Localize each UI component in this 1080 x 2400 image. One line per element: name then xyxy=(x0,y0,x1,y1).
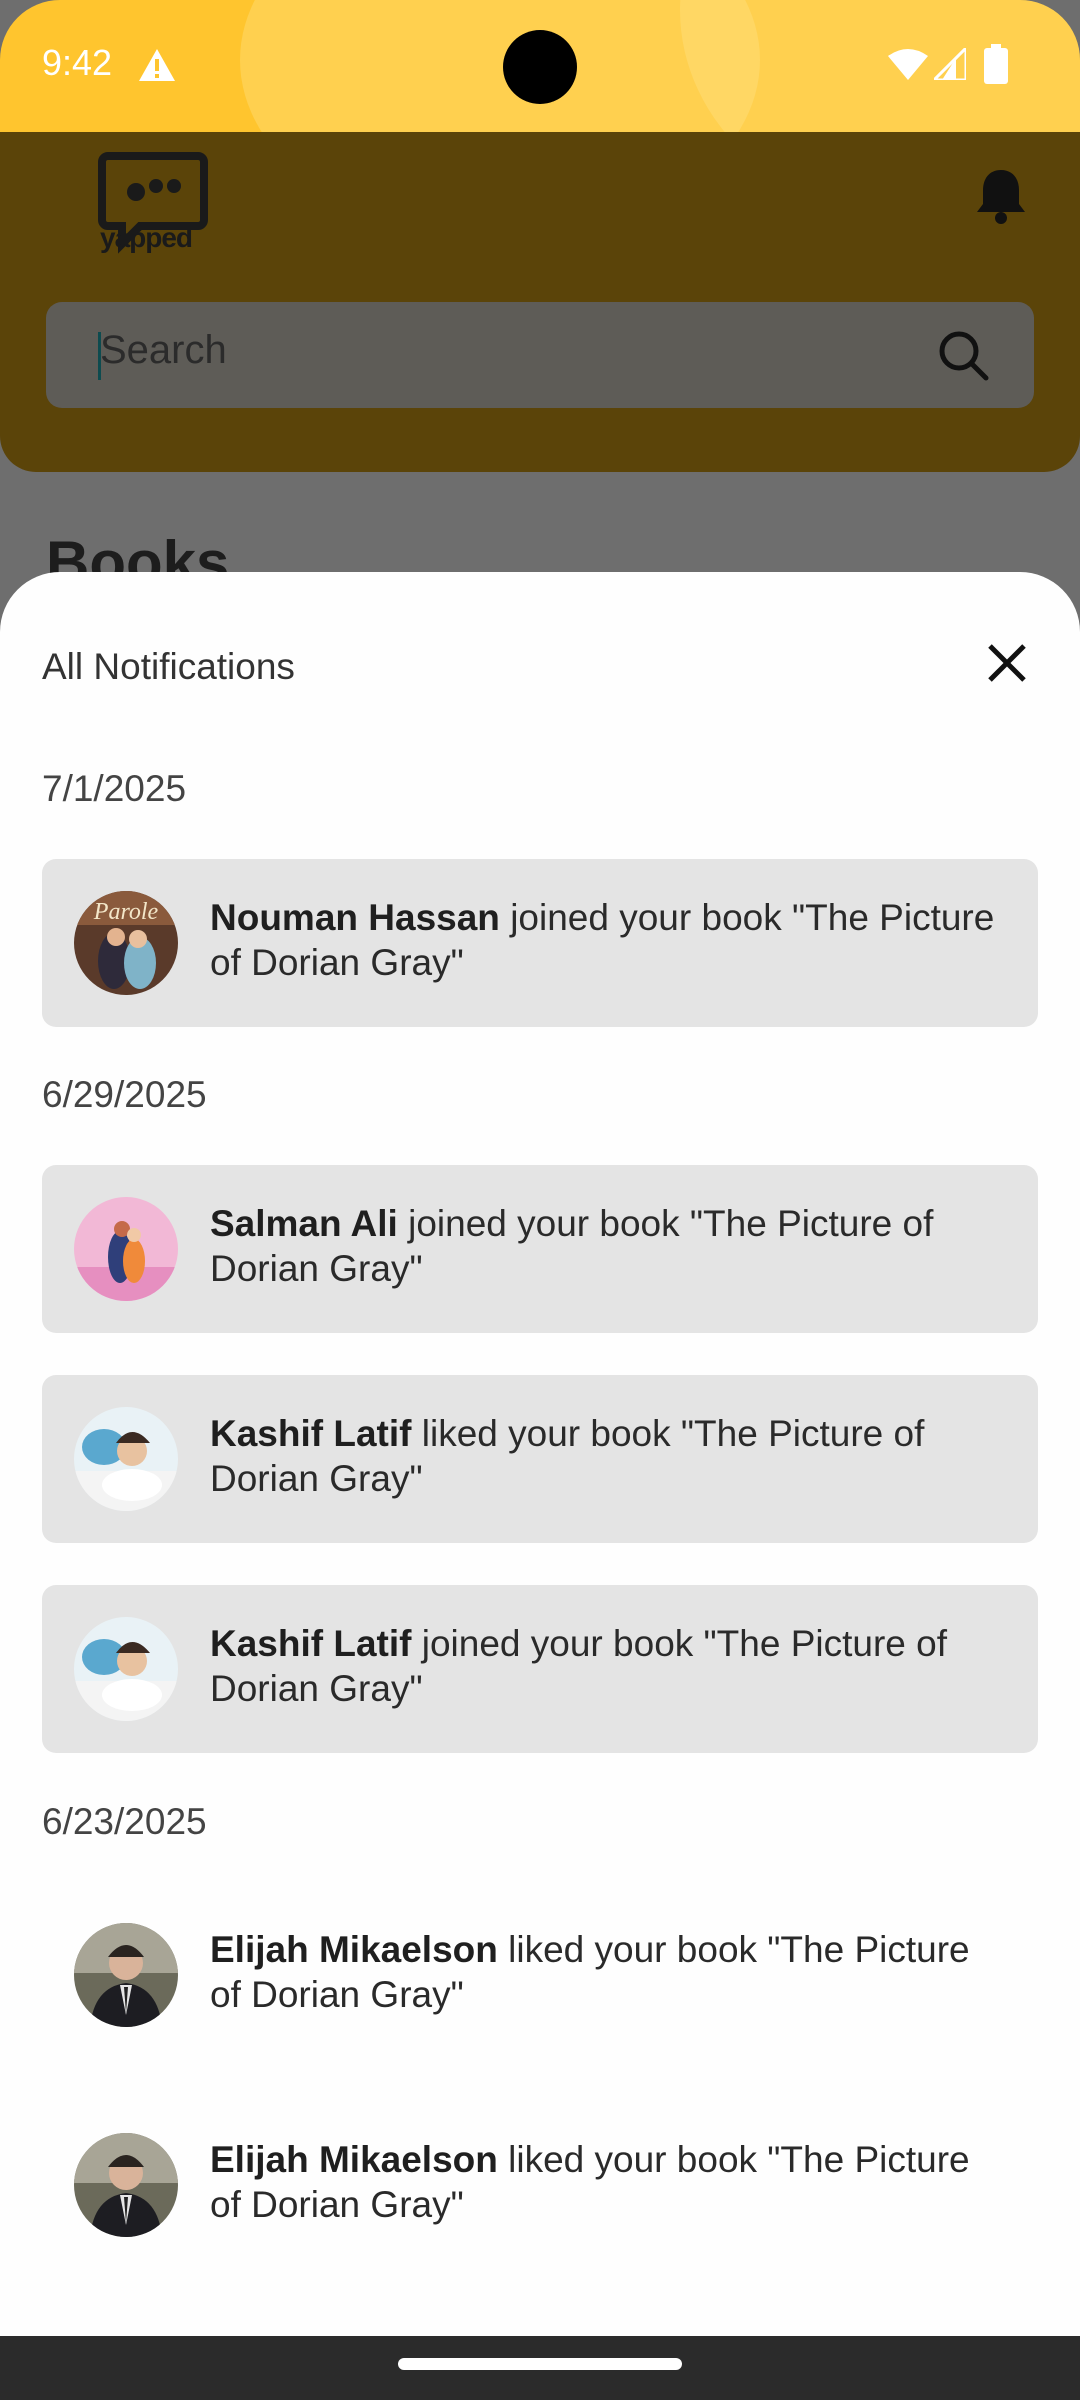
search-icon[interactable] xyxy=(934,326,992,384)
avatar: Parole xyxy=(74,891,178,995)
notification-text: Kashif Latif joined your book "The Pictu… xyxy=(210,1621,1000,1711)
camera-cutout xyxy=(503,30,577,104)
notification-item[interactable]: Elijah Mikaelson liked your book "The Pi… xyxy=(42,2101,1038,2269)
user-name: Kashif Latif xyxy=(210,1623,412,1664)
notification-text: Salman Ali joined your book "The Picture… xyxy=(210,1201,1000,1291)
wifi-icon xyxy=(888,49,928,80)
date-header: 7/1/2025 xyxy=(42,768,187,809)
status-bar: 9:42 xyxy=(0,0,1080,132)
notification-item[interactable]: Parole Nouman Hassan joined your book "T… xyxy=(42,859,1038,1027)
system-nav-bar xyxy=(0,2336,1080,2400)
user-name: Elijah Mikaelson xyxy=(210,2139,498,2180)
signal-icon xyxy=(934,48,966,80)
home-indicator[interactable] xyxy=(398,2358,682,2370)
notification-text: Elijah Mikaelson liked your book "The Pi… xyxy=(210,2137,1000,2227)
notification-item[interactable]: Salman Ali joined your book "The Picture… xyxy=(42,1165,1038,1333)
notification-text: Kashif Latif liked your book "The Pictur… xyxy=(210,1411,1000,1501)
search-input[interactable]: Search xyxy=(46,302,1034,408)
search-placeholder: Search xyxy=(100,328,227,372)
notification-item[interactable]: Elijah Mikaelson liked your book "The Pi… xyxy=(42,1891,1038,2059)
battery-icon xyxy=(984,44,1008,84)
warning-icon xyxy=(139,49,175,81)
svg-text:Parole: Parole xyxy=(93,899,159,925)
date-header: 6/23/2025 xyxy=(42,1801,207,1842)
sheet-title: All Notifications xyxy=(42,646,295,687)
avatar xyxy=(74,2133,178,2237)
notifications-sheet: All Notifications 7/1/2025 Parole Nouman… xyxy=(0,572,1080,2336)
notification-item[interactable]: Kashif Latif liked your book "The Pictur… xyxy=(42,1375,1038,1543)
avatar xyxy=(74,1923,178,2027)
notification-text: Elijah Mikaelson liked your book "The Pi… xyxy=(210,1927,1000,2017)
logo-text: yapped xyxy=(100,222,193,253)
app-header: yapped Search xyxy=(0,132,1080,472)
status-time: 9:42 xyxy=(42,42,113,83)
date-header: 6/29/2025 xyxy=(42,1074,207,1115)
status-bar-decoration xyxy=(680,0,1080,132)
user-name: Elijah Mikaelson xyxy=(210,1929,498,1970)
notification-text: Nouman Hassan joined your book "The Pict… xyxy=(210,895,1000,985)
notification-item[interactable]: Kashif Latif joined your book "The Pictu… xyxy=(42,1585,1038,1753)
bell-icon[interactable] xyxy=(974,166,1028,226)
user-name: Nouman Hassan xyxy=(210,897,500,938)
avatar xyxy=(74,1617,178,1721)
user-name: Kashif Latif xyxy=(210,1413,412,1454)
avatar xyxy=(74,1197,178,1301)
avatar xyxy=(74,1407,178,1511)
user-name: Salman Ali xyxy=(210,1203,398,1244)
close-icon[interactable] xyxy=(972,628,1042,698)
